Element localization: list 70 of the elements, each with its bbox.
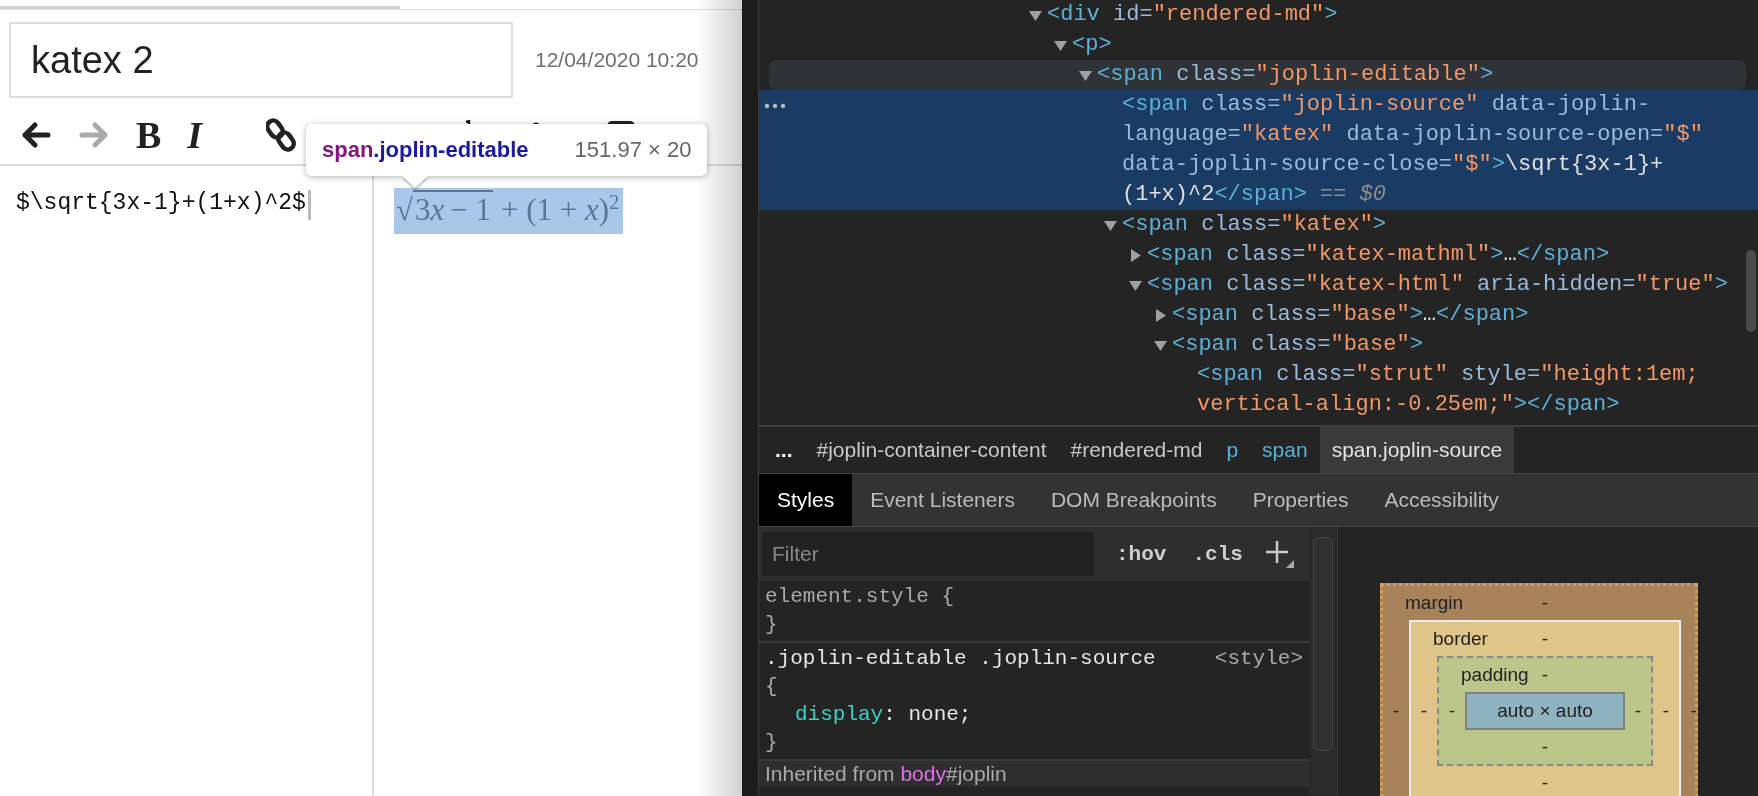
disclosure-triangle-icon[interactable] — [1129, 248, 1142, 262]
disclosure-triangle-icon[interactable] — [1054, 38, 1067, 52]
style-rule-text: { — [765, 674, 779, 700]
breadcrumb[interactable]: ... — [763, 427, 805, 473]
dom-node[interactable]: <span class="joplin-source" data-joplin- language="katex" data-joplin-source-open="$" data-joplin-source-close="$">\sqrt{3x-1}+ (1+x)^2</span> == $0 — [759, 90, 1758, 210]
bold-button[interactable]: B — [136, 113, 162, 157]
dom-node[interactable]: <span class="strut" style="height:1em; vertical-align:-0.25em;"></span> — [1197, 360, 1699, 420]
box-value: - — [1541, 592, 1549, 614]
title-field[interactable]: katex 2 — [9, 22, 513, 98]
content-box: auto × auto — [1465, 692, 1625, 730]
box-value: - — [1541, 628, 1549, 650]
inherited-heading: Inherited from body#joplin — [759, 761, 1309, 787]
markdown-source[interactable]: $\sqrt{3x-1}+(1+x)^2$ — [16, 190, 306, 216]
box-value: - — [1420, 700, 1428, 722]
disclosure-triangle-icon[interactable] — [1029, 8, 1042, 22]
box-label: border — [1432, 628, 1488, 650]
add-rule-button[interactable] — [1264, 539, 1295, 569]
panel-tab[interactable]: Properties — [1234, 474, 1367, 526]
box-label: margin — [1404, 592, 1464, 614]
dom-node[interactable]: <span class="base">…</span> — [1154, 300, 1529, 330]
italic-button[interactable]: I — [187, 113, 203, 157]
panel-tab[interactable]: Event Listeners — [852, 474, 1033, 526]
element-selector: span.joplin-editable — [322, 137, 529, 163]
style-rule-text: element.style { — [765, 584, 956, 610]
box-value: - — [1448, 700, 1456, 722]
more-icon[interactable] — [764, 103, 786, 109]
disclosure-triangle-icon[interactable] — [1154, 338, 1167, 352]
rendered-formula: √3x − 1 + (1 + x)$^{2}$ — [394, 188, 624, 234]
dom-node[interactable]: <span class="base"> — [1154, 330, 1423, 360]
breadcrumb[interactable]: span — [1250, 427, 1320, 473]
box-value: - — [1690, 700, 1698, 722]
style-source-link[interactable]: <style> — [1214, 645, 1303, 673]
box-label: padding — [1460, 664, 1529, 686]
box-value: - — [1634, 700, 1642, 722]
back-arrow-icon[interactable] — [20, 121, 52, 149]
scrollbar[interactable] — [1313, 537, 1333, 751]
breadcrumb[interactable]: span.joplin-source — [1319, 427, 1515, 473]
box-value: - — [1541, 736, 1549, 758]
panel-tab[interactable]: Styles — [759, 474, 853, 526]
css-declaration[interactable]: display: none; — [765, 701, 1303, 729]
disclosure-triangle-icon[interactable] — [1129, 278, 1142, 292]
disclosure-triangle-icon[interactable] — [1079, 68, 1092, 82]
breadcrumb[interactable]: #joplin-container-content — [804, 427, 1059, 473]
dom-node[interactable]: <span class="katex-mathml">…</span> — [1129, 240, 1610, 270]
note-date: 12/04/2020 10:20 — [535, 48, 699, 72]
dom-node[interactable]: <div id="rendered-md"> — [1029, 0, 1338, 30]
style-rule-text: } — [765, 612, 779, 638]
dom-node[interactable]: <span class="katex"> — [1104, 210, 1387, 240]
disclosure-triangle-icon[interactable] — [1154, 308, 1167, 322]
breadcrumb[interactable]: #rendered-md — [1058, 427, 1215, 473]
element-size: 151.97 × 20 — [574, 137, 692, 163]
text-cursor — [307, 190, 311, 220]
dom-node[interactable]: <span class="joplin-editable"> — [769, 60, 1746, 90]
scrollbar[interactable] — [1746, 250, 1756, 332]
filter-field[interactable]: Filter — [762, 532, 1094, 576]
dom-node[interactable]: <span class="katex-html" aria-hidden="true"> — [1129, 270, 1728, 300]
dom-node[interactable]: <p> — [1054, 30, 1112, 60]
box-value: - — [1541, 772, 1549, 794]
box-value: - — [1392, 700, 1400, 722]
css-selector: .joplin-editable .joplin-source — [765, 646, 1156, 672]
disclosure-triangle-icon[interactable] — [1104, 218, 1117, 232]
box-value: - — [1662, 700, 1670, 722]
style-rule-text: } — [765, 730, 779, 756]
class-button[interactable]: .cls — [1188, 542, 1247, 566]
box-value: - — [1541, 664, 1549, 686]
breadcrumb[interactable]: p — [1214, 427, 1251, 473]
link-icon[interactable] — [266, 118, 297, 152]
hover-state-button[interactable]: :hov — [1112, 542, 1171, 566]
panel-tab[interactable]: DOM Breakpoints — [1032, 474, 1235, 526]
panel-tab[interactable]: Accessibility — [1366, 474, 1517, 526]
